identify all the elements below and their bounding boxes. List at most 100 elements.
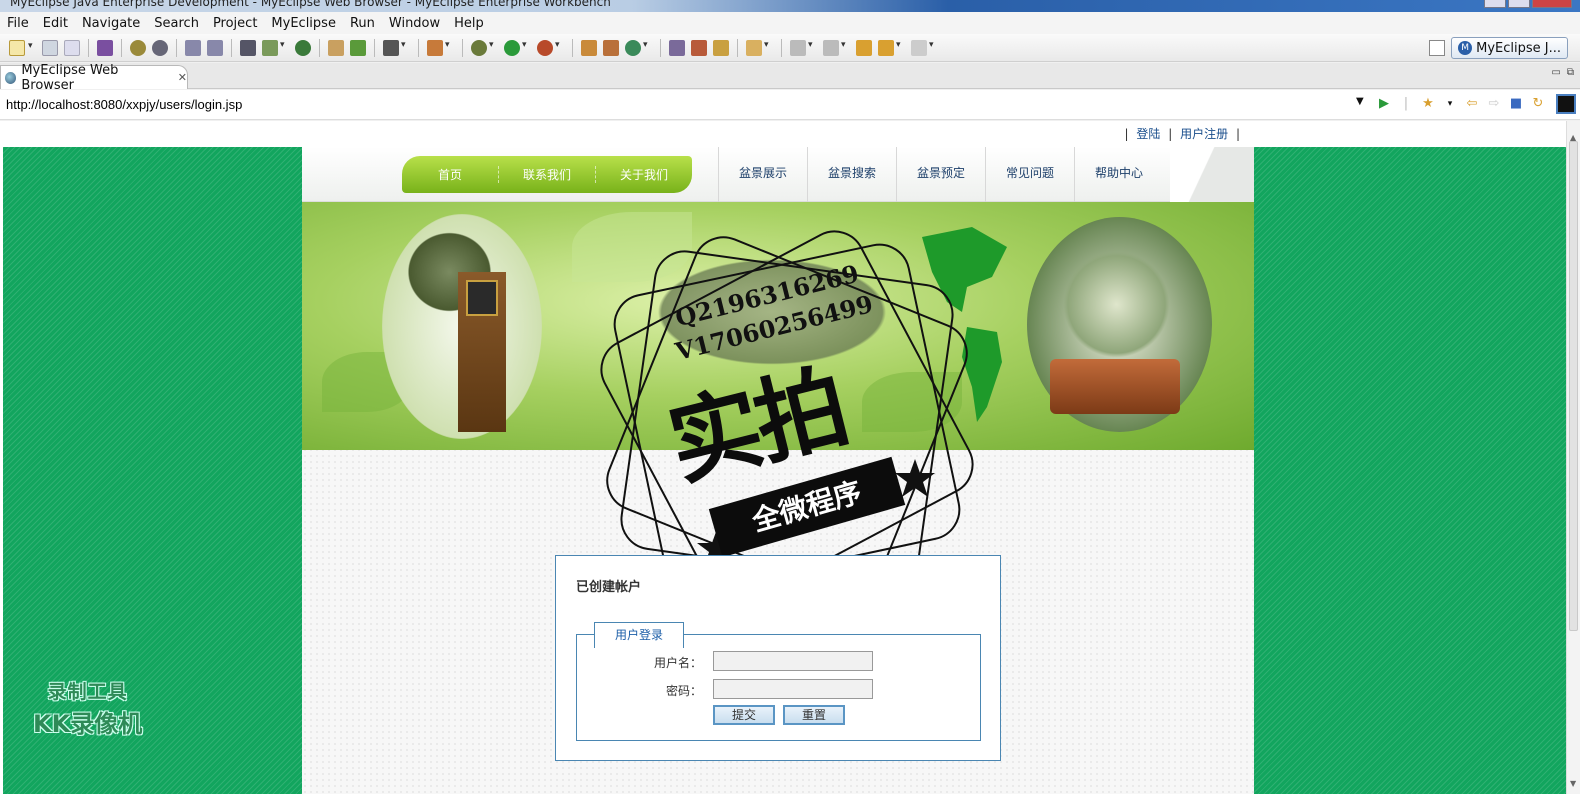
console-icon[interactable] (1556, 94, 1576, 114)
password-row: 密码： (577, 679, 982, 701)
stop-icon[interactable]: ■ (1508, 96, 1524, 112)
package-icon[interactable] (97, 39, 113, 56)
primary-nav: 首页 联系我们 关于我们 (402, 156, 692, 193)
menu-project[interactable]: Project (206, 16, 264, 31)
menu-window[interactable]: Window (382, 16, 447, 31)
new-class-icon[interactable] (581, 39, 597, 56)
url-history-dropdown-icon[interactable]: ▼ (1356, 96, 1364, 107)
run-icon[interactable] (504, 39, 527, 56)
minimize-view-icon[interactable]: ▭ (1551, 67, 1560, 78)
vertical-scrollbar[interactable]: ▲ ▼ (1566, 121, 1580, 794)
username-row: 用户名： (577, 651, 982, 673)
save-icon[interactable] (42, 39, 58, 56)
favorites-dropdown-icon[interactable]: ▾ (1442, 96, 1458, 112)
nav-contact[interactable]: 联系我们 (499, 166, 596, 183)
menu-help[interactable]: Help (447, 16, 491, 31)
toolbar-separator (176, 38, 177, 57)
main-toolbar: M MyEclipse J... (0, 34, 1580, 62)
new-package-icon[interactable] (603, 39, 619, 56)
menu-search[interactable]: Search (147, 16, 206, 31)
new-wizard-icon[interactable] (427, 39, 450, 56)
menu-run[interactable]: Run (343, 16, 382, 31)
nav-bonsai-reserve[interactable]: 盆景预定 (896, 147, 985, 202)
menu-myeclipse[interactable]: MyEclipse (264, 16, 343, 31)
scrollbar-thumb[interactable] (1569, 141, 1578, 631)
rocket-icon[interactable] (691, 39, 707, 56)
reload-icon[interactable]: ↻ (1530, 96, 1546, 112)
open-type-icon[interactable] (669, 39, 685, 56)
maximize-button[interactable] (1508, 0, 1530, 8)
window-title-bar: MyEclipse Java Enterprise Development - … (0, 0, 1580, 12)
debug-icon[interactable] (471, 39, 494, 56)
scroll-down-icon[interactable]: ▼ (1570, 779, 1576, 788)
last-edit-icon[interactable] (856, 39, 872, 56)
toolbar-separator (572, 38, 573, 57)
myeclipse-perspective-button[interactable]: M MyEclipse J... (1451, 37, 1568, 59)
search-file-icon[interactable] (185, 39, 201, 56)
prev-annotation-icon[interactable] (823, 39, 846, 56)
nav-bonsai-display[interactable]: 盆景展示 (718, 147, 807, 202)
globe-server-icon[interactable] (152, 39, 168, 56)
world-map-graphic (922, 227, 1007, 422)
username-field[interactable] (713, 651, 873, 671)
perspective-switcher: M MyEclipse J... (1429, 37, 1568, 59)
close-window-button[interactable] (1532, 0, 1572, 8)
open-folder-icon[interactable] (328, 39, 344, 56)
print-icon[interactable] (64, 39, 80, 56)
deploy-icon[interactable] (240, 39, 256, 56)
refresh-icon[interactable] (625, 39, 648, 56)
link-separator: | (1168, 127, 1173, 141)
url-input[interactable] (6, 95, 1366, 115)
register-link[interactable]: 用户注册 (1180, 127, 1228, 141)
recorder-watermark-line1: 录制工具 (47, 681, 128, 703)
tab-label: MyEclipse Web Browser (21, 62, 119, 93)
nav-home[interactable]: 首页 (402, 166, 499, 183)
browser-forward-icon[interactable]: ⇨ (1486, 96, 1502, 112)
minimize-button[interactable] (1484, 0, 1506, 8)
back-icon[interactable] (878, 39, 901, 56)
tab-myeclipse-web-browser[interactable]: MyEclipse Web Browser ✕ (0, 63, 188, 93)
menu-navigate[interactable]: Navigate (75, 16, 147, 31)
toolbar-separator (418, 38, 419, 57)
camera-icon[interactable] (383, 39, 406, 56)
close-tab-icon[interactable]: ✕ (178, 71, 187, 84)
menu-file[interactable]: File (0, 16, 36, 31)
submit-button[interactable]: 提交 (713, 705, 775, 725)
browser-nav-buttons: ▶ | ★ ▾ ⇦ ⇨ ■ ↻ (1376, 96, 1546, 112)
window-title: MyEclipse Java Enterprise Development - … (10, 0, 611, 9)
bug-icon[interactable] (130, 39, 146, 56)
page-content: 首页 联系我们 关于我们 盆景展示 盆景搜索 盆景预定 常见问题 帮助中心 Q2… (302, 147, 1254, 794)
server-icon[interactable] (262, 39, 285, 56)
open-perspective-icon[interactable] (1429, 40, 1446, 56)
task-icon[interactable] (713, 39, 729, 56)
password-field[interactable] (713, 679, 873, 699)
browser-globe-icon[interactable] (295, 39, 311, 56)
toolbar-separator (319, 38, 320, 57)
maximize-view-icon[interactable]: ⧉ (1567, 67, 1574, 78)
toolbar-separator (660, 38, 661, 57)
nav-about[interactable]: 关于我们 (596, 166, 692, 183)
secondary-nav: 盆景展示 盆景搜索 盆景预定 常见问题 帮助中心 (718, 147, 1163, 202)
go-icon[interactable]: ▶ (1376, 96, 1392, 112)
next-annotation-icon[interactable] (790, 39, 813, 56)
login-buttons: 提交 重置 (713, 705, 845, 725)
external-tools-icon[interactable] (537, 39, 560, 56)
reset-button[interactable]: 重置 (783, 705, 845, 725)
username-label: 用户名： (653, 656, 702, 670)
forward-icon[interactable] (911, 39, 934, 56)
login-heading: 已创建帐户 (576, 580, 642, 595)
login-link[interactable]: 登陆 (1136, 127, 1160, 141)
nav-faq[interactable]: 常见问题 (985, 147, 1074, 202)
search-type-icon[interactable] (207, 39, 223, 56)
nav-help-center[interactable]: 帮助中心 (1074, 147, 1163, 202)
view-controls: ▭ ⧉ (1551, 67, 1574, 78)
add-icon[interactable] (350, 39, 366, 56)
bonsai-banner-image (302, 202, 1254, 450)
open-resource-icon[interactable] (746, 39, 769, 56)
favorites-icon[interactable]: ★ (1420, 96, 1436, 112)
site-navigation: 首页 联系我们 关于我们 盆景展示 盆景搜索 盆景预定 常见问题 帮助中心 (302, 147, 1254, 202)
browser-back-icon[interactable]: ⇦ (1464, 96, 1480, 112)
nav-bonsai-search[interactable]: 盆景搜索 (807, 147, 896, 202)
menu-edit[interactable]: Edit (36, 16, 75, 31)
new-icon[interactable] (9, 39, 33, 56)
